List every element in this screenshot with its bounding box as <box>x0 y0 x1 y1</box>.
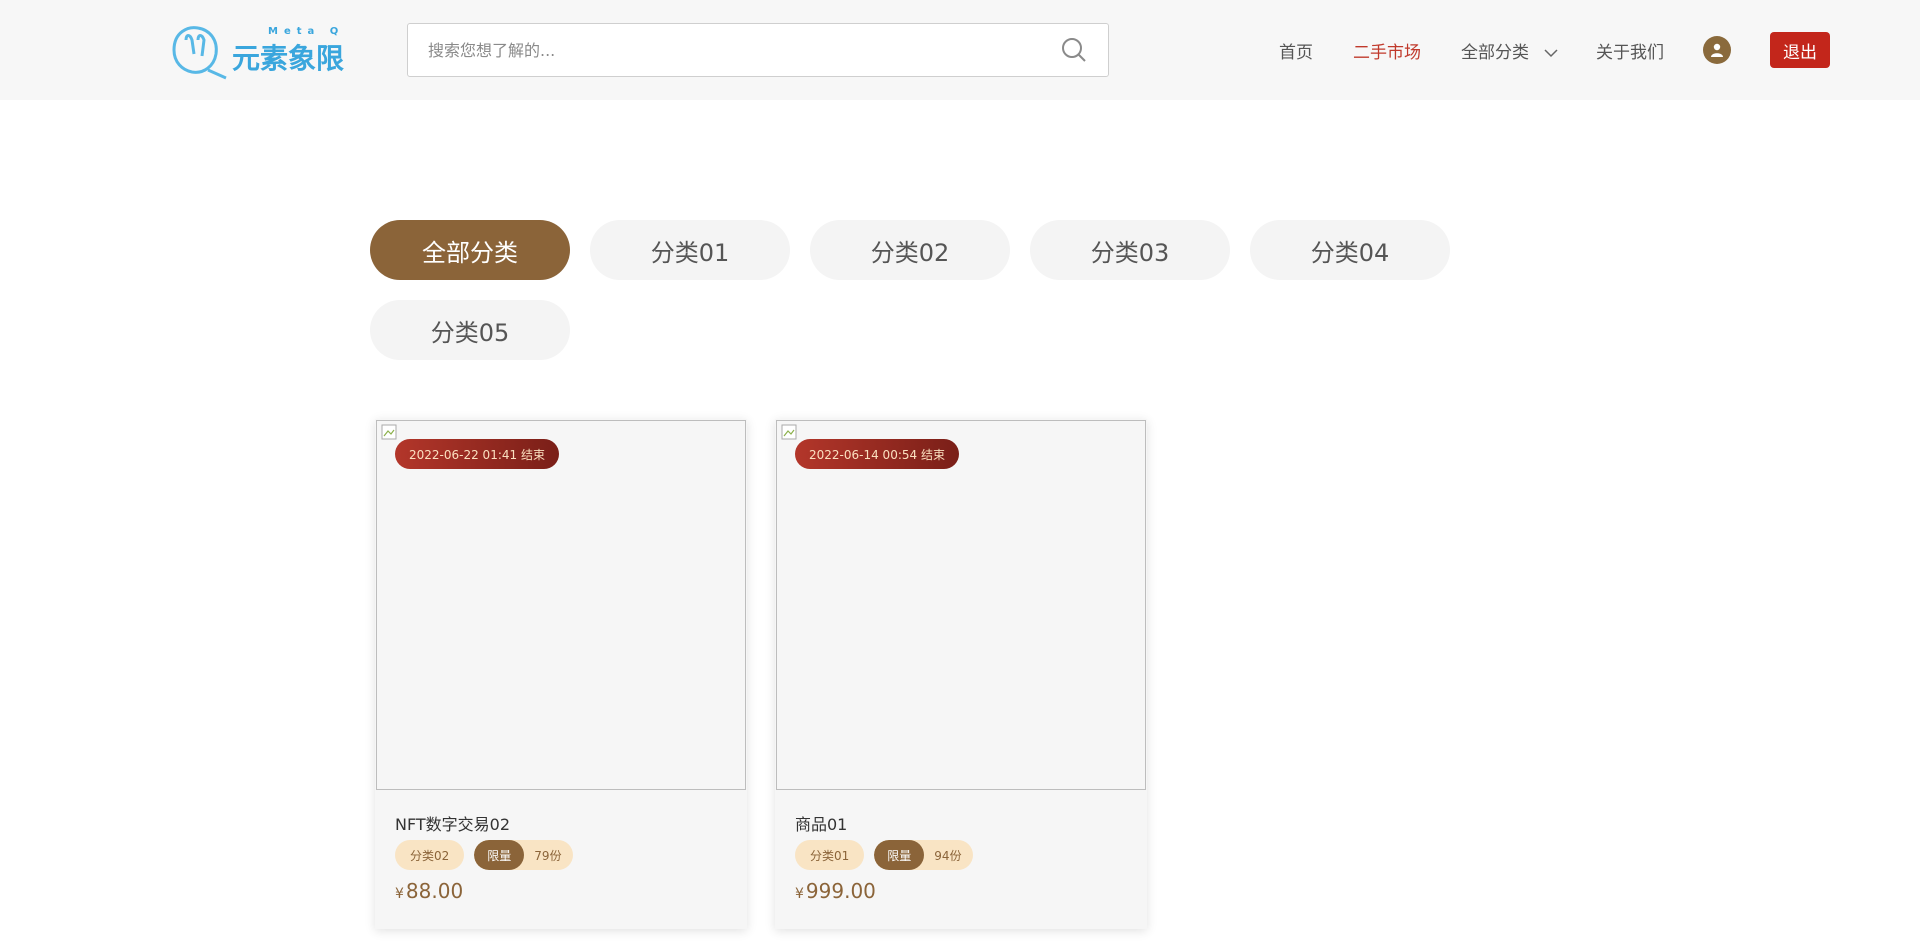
logout-button[interactable]: 退出 <box>1770 32 1830 68</box>
limit-label: 限量 <box>874 840 925 870</box>
end-time-badge: 2022-06-14 00:54 结束 <box>795 439 959 469</box>
price-value: 999.00 <box>805 879 876 903</box>
broken-image-icon <box>381 424 397 440</box>
currency-symbol: ¥ <box>795 886 804 902</box>
limit-tag: 限量 94份 <box>874 840 973 870</box>
product-card[interactable]: 2022-06-14 00:54 结束 商品01 分类01 限量 94份 ¥99… <box>775 419 1147 929</box>
product-price: ¥88.00 <box>395 879 463 903</box>
nav-market[interactable]: 二手市场 <box>1353 38 1421 63</box>
top-header: Meta Q 元素象限 首页 二手市场 全部分类 关于我们 退出 <box>0 0 1920 100</box>
product-tags: 分类01 限量 94份 <box>795 840 973 870</box>
limit-tag: 限量 79份 <box>474 840 573 870</box>
nav-home[interactable]: 首页 <box>1279 38 1313 63</box>
category-pill-05[interactable]: 分类05 <box>370 300 570 360</box>
search-icon[interactable] <box>1060 36 1088 64</box>
limit-label: 限量 <box>474 840 525 870</box>
currency-symbol: ¥ <box>395 886 404 902</box>
end-time-badge: 2022-06-22 01:41 结束 <box>395 439 559 469</box>
product-image <box>776 420 1146 790</box>
search-box[interactable] <box>407 23 1109 77</box>
svg-text:Meta Q: Meta Q <box>268 26 344 37</box>
category-pill-01[interactable]: 分类01 <box>590 220 790 280</box>
broken-image-icon <box>781 424 797 440</box>
nav-about[interactable]: 关于我们 <box>1596 38 1664 63</box>
product-name: NFT数字交易02 <box>395 815 511 834</box>
nav-categories-label: 全部分类 <box>1461 43 1529 63</box>
user-avatar-icon[interactable] <box>1703 36 1731 64</box>
limit-count: 79份 <box>534 848 562 863</box>
product-image <box>376 420 746 790</box>
product-price: ¥999.00 <box>795 879 876 903</box>
category-pill-03[interactable]: 分类03 <box>1030 220 1230 280</box>
product-tags: 分类02 限量 79份 <box>395 840 573 870</box>
category-tag: 分类01 <box>795 840 865 870</box>
site-logo[interactable]: Meta Q 元素象限 <box>168 20 358 82</box>
product-card[interactable]: 2022-06-22 01:41 结束 NFT数字交易02 分类02 限量 79… <box>375 419 747 929</box>
search-input[interactable] <box>428 40 1060 60</box>
nav-categories[interactable]: 全部分类 <box>1461 38 1558 63</box>
limit-count: 94份 <box>934 848 962 863</box>
logo-graphic: Meta Q 元素象限 <box>172 26 344 80</box>
category-tag: 分类02 <box>395 840 465 870</box>
product-name: 商品01 <box>795 815 848 834</box>
category-pill-04[interactable]: 分类04 <box>1250 220 1450 280</box>
price-value: 88.00 <box>405 879 464 903</box>
chevron-down-icon <box>1544 48 1558 57</box>
svg-text:元素象限: 元素象限 <box>232 42 344 75</box>
category-pill-all[interactable]: 全部分类 <box>370 220 570 280</box>
category-pill-02[interactable]: 分类02 <box>810 220 1010 280</box>
